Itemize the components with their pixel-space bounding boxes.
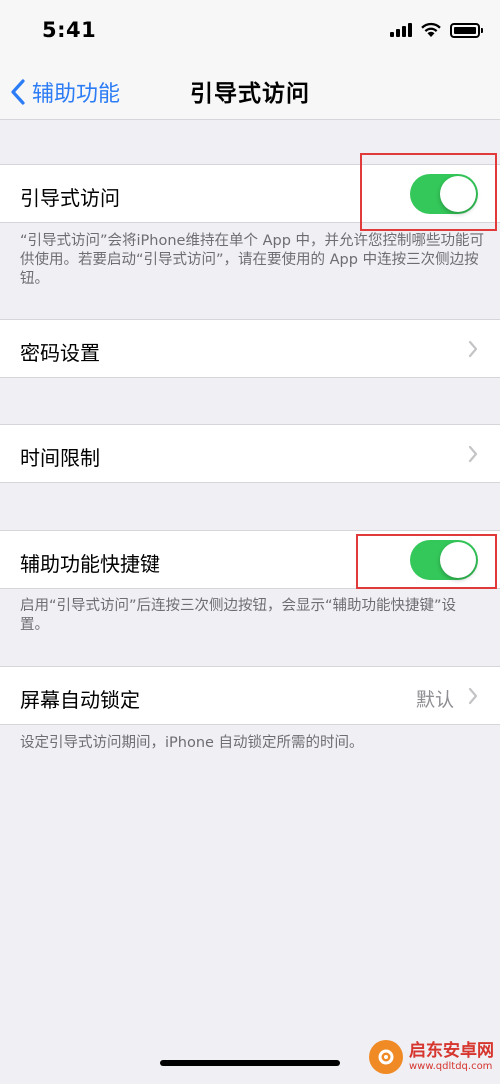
page-title: 引导式访问 xyxy=(190,81,310,107)
passcode-settings-label: 密码设置 xyxy=(20,341,100,365)
guided-access-label: 引导式访问 xyxy=(20,186,120,210)
watermark-logo-icon xyxy=(369,1040,403,1074)
status-icons xyxy=(390,22,483,38)
watermark: 启东安卓网 www.qdltdq.com xyxy=(369,1040,494,1074)
chevron-right-icon xyxy=(468,340,478,358)
status-bar: 5:41 xyxy=(0,0,500,64)
chevron-right-icon xyxy=(468,445,478,463)
watermark-name: 启东安卓网 xyxy=(409,1041,494,1061)
auto-lock-footer: 设定引导式访问期间，iPhone 自动锁定所需的时间。 xyxy=(20,735,364,751)
auto-lock-value: 默认 xyxy=(415,689,454,711)
guided-access-footer: “引导式访问”会将iPhone维持在单个 App 中，并允许您控制哪些功能可供使… xyxy=(20,233,485,287)
highlight-box xyxy=(360,153,497,231)
status-time: 5:41 xyxy=(42,18,97,42)
battery-icon xyxy=(450,22,483,38)
time-limits-row[interactable]: 时间限制 xyxy=(0,424,500,483)
passcode-settings-row[interactable]: 密码设置 xyxy=(0,319,500,378)
auto-lock-row[interactable]: 屏幕自动锁定 默认 xyxy=(0,666,500,725)
signal-icon xyxy=(390,23,412,37)
home-indicator xyxy=(160,1060,340,1066)
wifi-icon xyxy=(421,22,441,37)
time-limits-label: 时间限制 xyxy=(20,446,100,470)
navigation-bar: 辅助功能 引导式访问 xyxy=(0,64,500,120)
chevron-right-icon xyxy=(468,687,478,705)
watermark-url: www.qdltdq.com xyxy=(409,1061,493,1072)
highlight-box xyxy=(356,534,497,589)
accessibility-shortcut-label: 辅助功能快捷键 xyxy=(20,552,160,576)
shortcut-footer: 启用“引导式访问”后连按三次侧边按钮，会显示“辅助功能快捷键”设置。 xyxy=(20,598,457,633)
auto-lock-label: 屏幕自动锁定 xyxy=(20,688,140,712)
